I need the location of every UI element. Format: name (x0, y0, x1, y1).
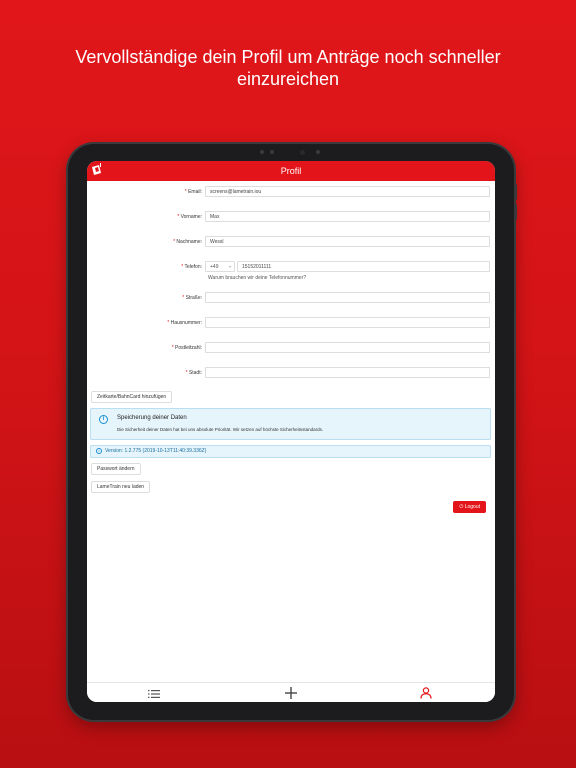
required-mark: * (181, 263, 184, 270)
version-text: Version: 1.2.775 (2019-10-13T11:40:39.33… (105, 448, 207, 454)
vorname-field[interactable]: Max (205, 211, 490, 222)
email-label-text: Email: (188, 188, 202, 195)
add-card-button[interactable]: Zeitkarte/BahnCard hinzufügen (91, 391, 173, 403)
app-screen: Profil * Email: screens@lametrain.iou * … (87, 161, 495, 702)
telefon-field[interactable]: 15152011111 (237, 261, 490, 272)
tab-bar (87, 682, 495, 702)
logout-label: Logout (464, 504, 480, 510)
tablet-frame: Profil * Email: screens@lametrain.iou * … (68, 144, 517, 720)
hausnummer-label-text: Hausnummer: (170, 319, 202, 326)
camera-dot (316, 150, 320, 154)
change-password-button[interactable]: Passwort ändern (91, 463, 141, 475)
required-mark: * (167, 319, 170, 326)
chevron-down-icon: ▾ (228, 264, 231, 269)
postleitzahl-label: * Postleitzahl: (90, 345, 205, 351)
stadt-label: * Stadt: (90, 370, 205, 376)
promo-headline: Vervollständige dein Profil um Anträge n… (0, 46, 576, 90)
telefon-label-text: Telefon: (184, 263, 202, 270)
email-label: * Email: (90, 189, 205, 195)
stadt-row: * Stadt: (90, 367, 490, 378)
promo-headline-line2: einzureichen (236, 69, 340, 89)
tablet-side-button (514, 184, 517, 200)
nachname-field[interactable]: Wessl (205, 236, 490, 247)
hausnummer-field[interactable] (205, 317, 490, 328)
tablet-side-button (514, 204, 517, 220)
required-mark: * (185, 369, 188, 376)
page-title: Profil (280, 166, 302, 176)
stadt-label-text: Stadt: (188, 369, 202, 376)
reload-app-button[interactable]: LameTrain neu laden (91, 481, 151, 493)
email-row: * Email: screens@lametrain.iou (90, 186, 490, 197)
app-logo-icon[interactable] (91, 163, 105, 177)
hausnummer-label: * Hausnummer: (90, 320, 205, 326)
nachname-label: * Nachname: (90, 239, 205, 245)
required-mark: * (182, 294, 185, 301)
notice-text: Die Sicherheit deiner Daten hat bei uns … (117, 427, 324, 432)
vorname-label-text: Vorname: (180, 213, 202, 220)
country-code-select[interactable]: +49 ▾ (205, 261, 235, 272)
strasse-label-text: Straße: (185, 294, 202, 301)
hausnummer-row: * Hausnummer: (90, 317, 490, 328)
info-icon: i (96, 448, 102, 454)
email-field[interactable]: screens@lametrain.iou (205, 186, 490, 197)
required-mark: * (171, 344, 174, 351)
profile-form: * Email: screens@lametrain.iou * Vorname… (87, 181, 495, 682)
telefon-hint[interactable]: Warum brauchen wir deine Telefonnummer? (208, 275, 306, 281)
vorname-label: * Vorname: (90, 214, 205, 220)
required-mark: * (177, 213, 180, 220)
nachname-row: * Nachname: Wessl (90, 236, 490, 247)
info-icon: i (99, 415, 108, 424)
user-icon[interactable] (418, 686, 434, 700)
telefon-label: * Telefon: (90, 264, 205, 270)
vorname-row: * Vorname: Max (90, 211, 490, 222)
list-icon[interactable] (146, 686, 162, 700)
postleitzahl-label-text: Postleitzahl: (175, 344, 202, 351)
postleitzahl-row: * Postleitzahl: (90, 342, 490, 353)
stadt-field[interactable] (205, 367, 490, 378)
notice-title: Speicherung deiner Daten (117, 415, 187, 421)
plus-icon[interactable] (283, 686, 299, 700)
logout-button[interactable]: ⏻ Logout (453, 501, 486, 513)
nachname-label-text: Nachname: (176, 238, 202, 245)
data-security-notice: i Speicherung deiner Daten Die Sicherhei… (90, 408, 491, 440)
power-icon: ⏻ (459, 504, 464, 510)
required-mark: * (173, 238, 176, 245)
promo-headline-line1: Vervollständige dein Profil um Anträge n… (75, 47, 501, 67)
telefon-row: * Telefon: +49 ▾ 15152011111 (90, 261, 490, 272)
camera-dot (260, 150, 264, 154)
country-code-value: +49 (210, 264, 219, 270)
strasse-row: * Straße: (90, 292, 490, 303)
strasse-field[interactable] (205, 292, 490, 303)
required-mark: * (184, 188, 187, 195)
camera-lens (300, 150, 305, 155)
camera-dot (270, 150, 274, 154)
postleitzahl-field[interactable] (205, 342, 490, 353)
version-info: i Version: 1.2.775 (2019-10-13T11:40:39.… (90, 445, 491, 458)
strasse-label: * Straße: (90, 295, 205, 301)
nav-bar: Profil (87, 161, 495, 181)
